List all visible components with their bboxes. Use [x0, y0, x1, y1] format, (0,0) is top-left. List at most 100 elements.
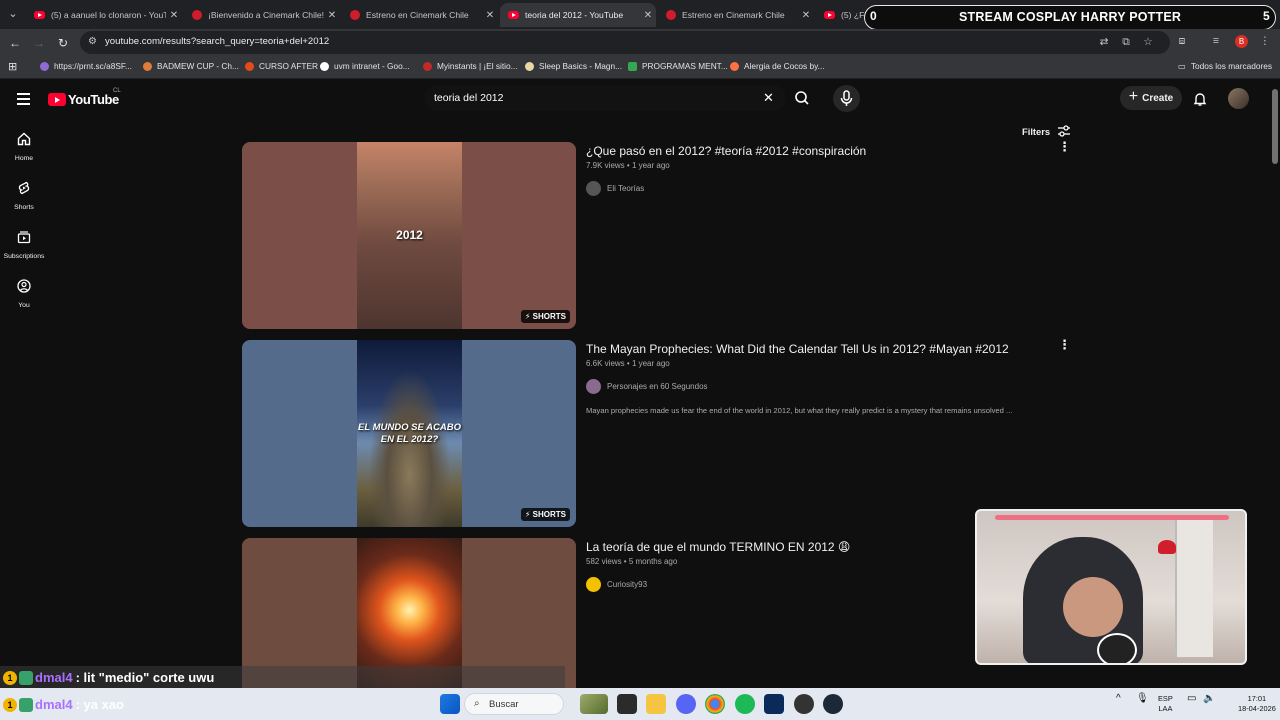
sidebar-item-shorts[interactable]: Shorts — [0, 180, 48, 211]
bookmark-favicon — [730, 61, 739, 71]
video-title[interactable]: The Mayan Prophecies: What Did the Calen… — [586, 341, 1056, 357]
bookmark-item[interactable]: CURSO AFTER — [245, 61, 318, 71]
taskbar-search[interactable]: ⌕ Buscar — [464, 693, 564, 715]
folder-icon: ▭ — [1178, 61, 1186, 71]
home-icon — [17, 132, 31, 146]
all-bookmarks-folder[interactable]: ▭ Todos los marcadores — [1178, 61, 1272, 71]
network-icon[interactable]: ▭ — [1187, 694, 1196, 704]
bookmark-star-icon[interactable]: ☆ — [1140, 36, 1156, 48]
windows-start-icon[interactable] — [440, 694, 460, 714]
bookmark-item[interactable]: Sleep Basics - Magn... — [525, 61, 622, 71]
sidebar-item-home[interactable]: Home — [0, 131, 48, 162]
scrollbar-thumb[interactable] — [1272, 89, 1278, 164]
browser-tab[interactable]: Estreno en Cinemark Chile ✕ — [658, 3, 814, 27]
channel-link[interactable]: Personajes en 60 Segundos — [586, 379, 1056, 394]
search-query-text[interactable]: teoria del 2012 — [434, 92, 503, 104]
shorts-badge: ⚡ SHORTS — [520, 310, 570, 323]
filters-button[interactable]: Filters — [1022, 124, 1072, 138]
close-tab-icon[interactable]: ✕ — [640, 10, 656, 21]
install-app-icon[interactable]: ⧉ — [1118, 36, 1134, 49]
tab-search-button[interactable]: ⌄ — [4, 5, 22, 23]
video-thumbnail[interactable]: EL MUNDO SE ACABO EN EL 2012? ⚡ SHORTS — [242, 340, 576, 527]
widgets-icon[interactable] — [580, 694, 608, 714]
spotify-icon[interactable] — [735, 694, 755, 714]
forward-arrow-icon[interactable]: → — [30, 34, 48, 52]
steam-icon[interactable] — [823, 694, 843, 714]
bookmark-item[interactable]: Myinstants | ¡El sitio... — [423, 61, 518, 71]
close-tab-icon[interactable]: ✕ — [324, 10, 340, 21]
page-scrollbar[interactable] — [1270, 79, 1280, 688]
menu-icon[interactable] — [17, 93, 30, 108]
profile-avatar[interactable]: B — [1235, 35, 1248, 48]
language-indicator[interactable]: ESP LAA — [1158, 694, 1173, 714]
stream-overlay-banner: 0 STREAM COSPLAY HARRY POTTER 5 — [864, 5, 1276, 30]
view-count: 6.6K views — [586, 359, 625, 368]
channel-name: Eli Teorías — [607, 184, 645, 193]
close-tab-icon[interactable]: ✕ — [166, 10, 182, 21]
bookmark-label: CURSO AFTER — [259, 61, 319, 71]
channel-link[interactable]: Eli Teorías — [586, 181, 1056, 196]
search-input[interactable]: teoria del 2012 ✕ — [424, 85, 786, 111]
app-icon[interactable] — [764, 694, 784, 714]
notifications-bell-icon[interactable] — [1192, 91, 1208, 112]
obs-icon[interactable] — [794, 694, 814, 714]
channel-avatar — [586, 577, 601, 592]
video-title[interactable]: ¿Que pasó en el 2012? #teoría #2012 #con… — [586, 143, 1056, 159]
upload-age: 1 year ago — [631, 161, 670, 170]
stream-counter-right: 5 — [1263, 9, 1270, 23]
site-info-icon[interactable]: ⚙ — [88, 36, 97, 47]
upload-age: 5 months ago — [628, 557, 678, 566]
media-control-icon[interactable]: ≡ — [1208, 35, 1224, 47]
url-text[interactable]: youtube.com/results?search_query=teoria+… — [105, 36, 329, 47]
sidebar-item-you[interactable]: You — [0, 278, 48, 309]
youtube-play-icon — [48, 93, 66, 106]
bookmark-label: Todos los marcadores — [1190, 61, 1273, 71]
chrome-menu-icon[interactable]: ⋮ — [1257, 35, 1273, 47]
youtube-logo[interactable]: YouTube CL — [48, 88, 121, 107]
youtube-masthead: YouTube CL teoria del 2012 ✕ + Create — [0, 79, 1270, 119]
reload-icon[interactable]: ↻ — [54, 34, 72, 52]
plus-icon: + — [1128, 88, 1139, 105]
bookmark-item[interactable]: PROGRAMAS MENT... — [628, 61, 728, 71]
bookmark-item[interactable]: BADMEW CUP - Ch... — [143, 61, 239, 71]
translate-icon[interactable]: ⇄ — [1096, 36, 1112, 48]
bookmark-item[interactable]: https://prnt.sc/a8SF... — [40, 61, 132, 71]
clock[interactable]: 17:01 18-04-2026 — [1238, 694, 1276, 714]
more-actions-icon[interactable]: ⋮ — [1058, 338, 1071, 351]
bookmark-label: Alergia de Cocos by... — [744, 61, 825, 71]
address-bar[interactable]: ⚙ youtube.com/results?search_query=teori… — [80, 31, 1170, 54]
account-avatar[interactable] — [1228, 88, 1249, 109]
bookmark-item[interactable]: uvm intranet - Goo... — [320, 61, 410, 71]
browser-tab[interactable]: (5) a aanuel lo clonaron - YouTu ✕ — [26, 3, 182, 27]
volume-icon[interactable]: 🔈 — [1203, 694, 1215, 704]
youtube-icon — [824, 11, 835, 19]
close-tab-icon[interactable]: ✕ — [482, 10, 498, 21]
apps-grid-icon[interactable]: ⊞ — [8, 60, 17, 73]
voice-search-button[interactable] — [833, 85, 860, 112]
bookmark-item[interactable]: Alergia de Cocos by... — [730, 61, 825, 71]
stream-title: STREAM COSPLAY HARRY POTTER — [959, 10, 1182, 24]
extensions-icon[interactable]: ⧈ — [1174, 35, 1190, 48]
more-actions-icon[interactable]: ⋮ — [1058, 140, 1071, 153]
create-button[interactable]: + Create — [1120, 86, 1182, 110]
channel-avatar — [586, 379, 601, 394]
thumbnail-text: 2012 — [396, 228, 423, 242]
discord-icon[interactable] — [676, 694, 696, 714]
search-button[interactable] — [787, 85, 818, 111]
show-hidden-icons[interactable]: ^ — [1116, 694, 1121, 704]
file-explorer-icon[interactable] — [646, 694, 666, 714]
browser-tab[interactable]: Estreno en Cinemark Chile ✕ — [342, 3, 498, 27]
close-tab-icon[interactable]: ✕ — [798, 10, 814, 21]
browser-tab[interactable]: ¡Bienvenido a Cinemark Chile! ✕ — [184, 3, 340, 27]
cinemark-icon — [192, 10, 202, 20]
video-thumbnail[interactable]: 2012 ⚡ SHORTS — [242, 142, 576, 329]
back-arrow-icon[interactable]: ← — [6, 34, 24, 52]
microphone-tray-icon[interactable]: 🎙 — [1136, 694, 1149, 704]
sidebar-label: You — [18, 302, 30, 309]
browser-tab-active[interactable]: teoria del 2012 - YouTube ✕ — [500, 3, 656, 27]
clear-search-icon[interactable]: ✕ — [763, 90, 774, 106]
task-view-icon[interactable] — [617, 694, 637, 714]
chrome-icon[interactable] — [705, 694, 725, 714]
sidebar-item-subscriptions[interactable]: Subscriptions — [0, 229, 48, 260]
taskbar: ⌕ Buscar ^ 🎙 ESP LAA ▭ 🔈 17:01 18-04-2026 — [0, 688, 1280, 720]
